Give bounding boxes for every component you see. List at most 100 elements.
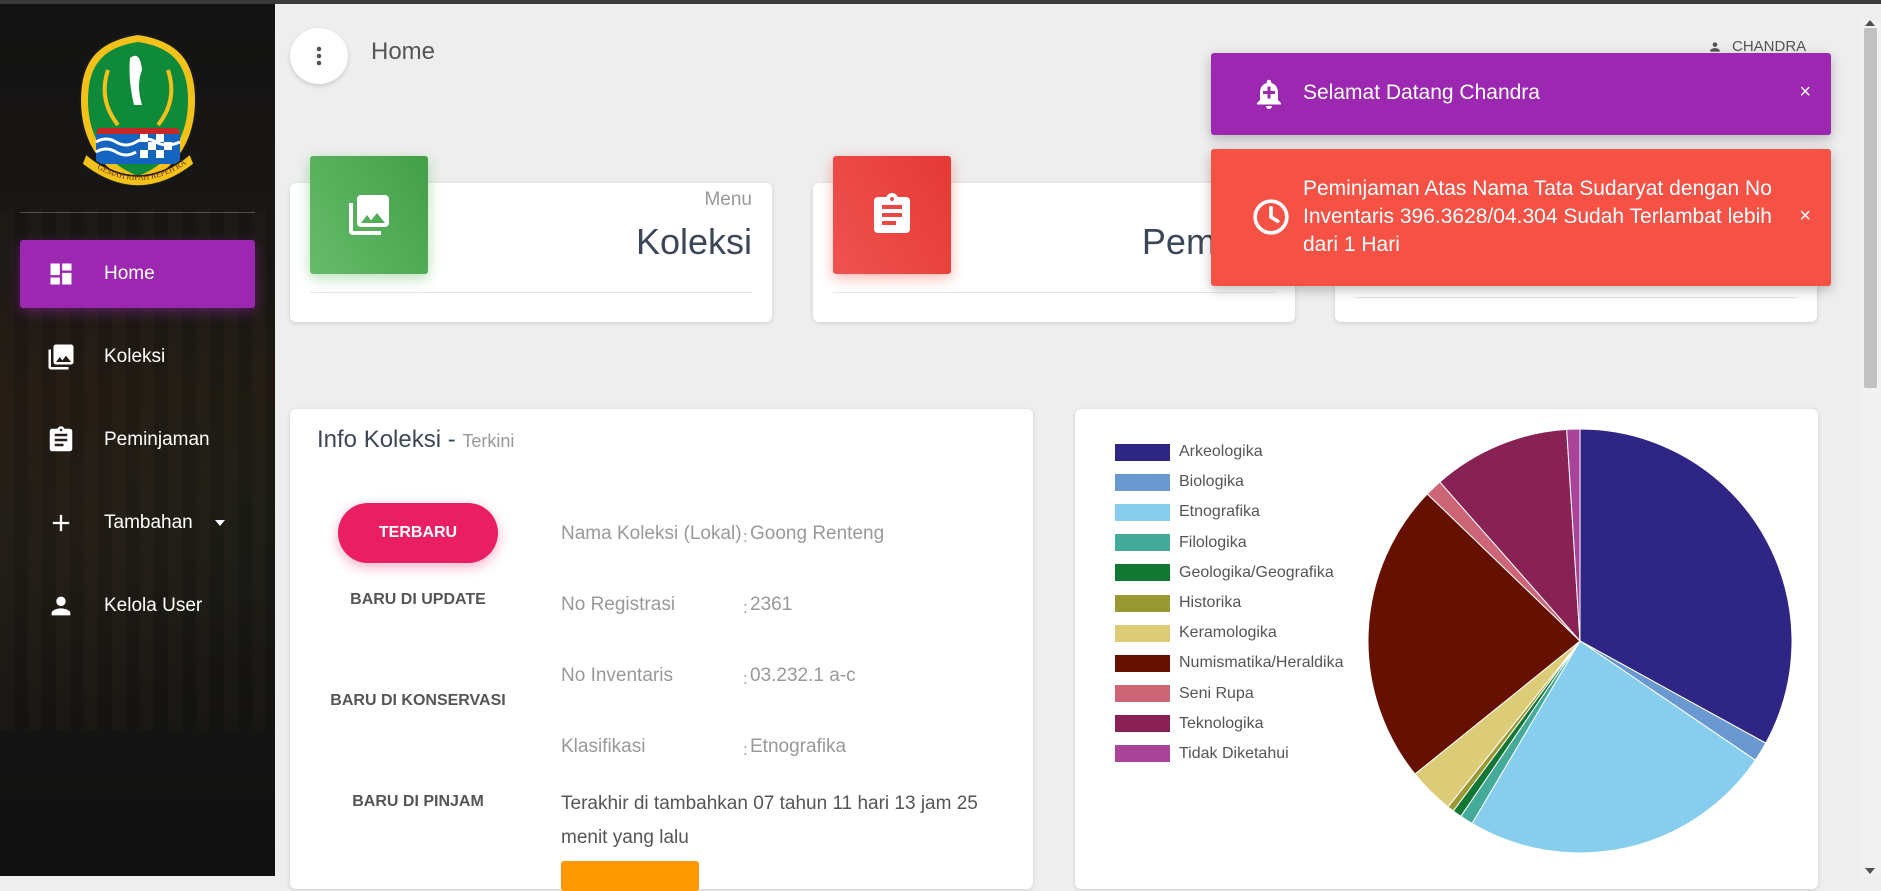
legend-item[interactable]: Numismatika/Heraldika xyxy=(1115,648,1344,678)
sidebar-item-tambahan[interactable]: Tambahan xyxy=(20,489,255,557)
person-icon xyxy=(46,591,76,621)
window-top-border xyxy=(0,0,1881,4)
card-divider xyxy=(1355,297,1797,298)
field-label-klasifikasi: Klasifikasi xyxy=(561,736,646,757)
notification-text: Selamat Datang Chandra xyxy=(1303,81,1540,104)
panel-title-main: Info Koleksi - xyxy=(317,426,463,453)
legend-item[interactable]: Tidak Diketahui xyxy=(1115,739,1344,769)
field-value-nama: Goong Renteng xyxy=(750,523,885,544)
chart-legend: Arkeologika Biologika Etnografika Filologik… xyxy=(1115,437,1344,769)
field-label-registrasi: No Registrasi xyxy=(561,594,676,615)
panel-title: Info Koleksi - Terkini xyxy=(317,426,514,454)
legend-label: Historika xyxy=(1179,594,1242,612)
minimize-sidebar-button[interactable] xyxy=(290,28,348,84)
legend-item[interactable]: Teknologika xyxy=(1115,709,1344,739)
legend-swatch xyxy=(1115,715,1170,733)
field-label-inventaris: No Inventaris xyxy=(561,665,673,686)
page-scrollbar[interactable] xyxy=(1860,20,1881,876)
sidebar-item-label: Kelola User xyxy=(104,595,203,616)
legend-label: Biologika xyxy=(1179,473,1244,491)
scroll-up-arrow-icon[interactable] xyxy=(1865,20,1875,26)
legend-swatch xyxy=(1115,473,1170,491)
sidebar-item-label: Koleksi xyxy=(104,346,166,367)
field-separator: : xyxy=(743,527,748,546)
legend-label: Geologika/Geografika xyxy=(1179,563,1334,581)
legend-swatch xyxy=(1115,443,1170,461)
field-value-klasifikasi: Etnografika xyxy=(750,736,847,757)
sidebar-divider xyxy=(20,212,255,213)
legend-swatch xyxy=(1115,654,1170,672)
legend-swatch xyxy=(1115,594,1170,612)
legend-item[interactable]: Filologika xyxy=(1115,528,1344,558)
clipboard-icon xyxy=(833,156,951,274)
tab-baru-di-pinjam[interactable]: BARU DI PINJAM xyxy=(328,785,508,818)
legend-item[interactable]: Etnografika xyxy=(1115,497,1344,527)
card-category: Menu xyxy=(704,189,752,210)
legend-swatch xyxy=(1115,624,1170,642)
photo-library-icon xyxy=(310,156,428,274)
sidebar-nav: Home Koleksi Peminjaman Tambahan Kelola … xyxy=(20,240,255,655)
legend-item[interactable]: Keramologika xyxy=(1115,618,1344,648)
legend-swatch xyxy=(1115,745,1170,763)
card-title: Koleksi xyxy=(635,221,752,262)
legend-swatch xyxy=(1115,503,1170,521)
tab-baru-di-update[interactable]: BARU DI UPDATE xyxy=(328,583,508,616)
close-icon[interactable]: × xyxy=(1799,81,1811,104)
scroll-down-arrow-icon[interactable] xyxy=(1865,868,1875,874)
sidebar-item-peminjaman[interactable]: Peminjaman xyxy=(20,406,255,474)
notification-bell-icon xyxy=(1251,75,1287,113)
notification-overdue[interactable]: Peminjaman Atas Nama Tata Sudaryat denga… xyxy=(1211,149,1831,286)
legend-item[interactable]: Seni Rupa xyxy=(1115,679,1344,709)
sidebar-item-kelola-user[interactable]: Kelola User xyxy=(20,572,255,640)
chevron-down-icon[interactable] xyxy=(214,520,225,526)
field-value-registrasi: 2361 xyxy=(750,594,793,615)
chart-panel: Arkeologika Biologika Etnografika Filologik… xyxy=(1075,409,1818,889)
last-added-text: Terakhir di tambahkan 07 tahun 11 hari 1… xyxy=(561,793,978,848)
sidebar-item-home[interactable]: Home xyxy=(20,240,255,308)
sidebar-item-label: Tambahan xyxy=(104,512,193,533)
page-title: Home xyxy=(371,38,436,65)
plus-icon xyxy=(46,508,76,538)
sidebar-item-label: Peminjaman xyxy=(104,429,210,450)
scrollbar-thumb[interactable] xyxy=(1864,28,1877,388)
card-koleksi[interactable]: Menu Koleksi xyxy=(290,156,772,322)
info-koleksi-panel: Info Koleksi - Terkini TERBARU BARU DI U… xyxy=(290,409,1033,891)
legend-swatch xyxy=(1115,685,1170,703)
field-separator: : xyxy=(743,598,748,617)
tab-terbaru[interactable]: TERBARU xyxy=(338,503,498,563)
more-vert-icon xyxy=(316,46,322,66)
legend-item[interactable]: Arkeologika xyxy=(1115,437,1344,467)
dashboard-icon xyxy=(46,259,76,289)
legend-label: Keramologika xyxy=(1179,624,1277,642)
field-value-inventaris: 03.232.1 a-c xyxy=(750,665,856,686)
sidebar-item-label: Home xyxy=(104,263,155,284)
clipboard-icon xyxy=(46,425,76,455)
notification-welcome[interactable]: Selamat Datang Chandra × xyxy=(1211,53,1831,135)
field-separator: : xyxy=(743,669,748,688)
sidebar-item-koleksi[interactable]: Koleksi xyxy=(20,323,255,391)
legend-label: Seni Rupa xyxy=(1179,684,1254,702)
legend-label: Filologika xyxy=(1179,533,1247,551)
legend-label: Tidak Diketahui xyxy=(1179,744,1289,762)
card-divider xyxy=(833,292,1275,293)
legend-label: Numismatika/Heraldika xyxy=(1179,654,1344,672)
panel-subtitle: Terkini xyxy=(462,431,515,451)
photo-library-icon xyxy=(46,342,76,372)
close-icon[interactable]: × xyxy=(1799,205,1811,228)
card-divider xyxy=(310,292,752,293)
west-java-emblem-logo[interactable]: GEMAH RIPAH REPEH RAPIH xyxy=(68,30,208,190)
legend-label: Arkeologika xyxy=(1179,443,1263,461)
detail-button[interactable] xyxy=(561,861,699,891)
sidebar: GEMAH RIPAH REPEH RAPIH Home Koleksi Pem… xyxy=(0,0,275,876)
field-separator: : xyxy=(743,740,748,759)
legend-label: Etnografika xyxy=(1179,503,1260,521)
collection-pie-chart xyxy=(1367,428,1793,854)
legend-item[interactable]: Historika xyxy=(1115,588,1344,618)
legend-swatch xyxy=(1115,564,1170,582)
tab-baru-di-konservasi[interactable]: BARU DI KONSERVASI xyxy=(328,684,508,717)
legend-item[interactable]: Biologika xyxy=(1115,467,1344,497)
legend-label: Teknologika xyxy=(1179,714,1264,732)
legend-item[interactable]: Geologika/Geografika xyxy=(1115,558,1344,588)
clock-icon xyxy=(1251,197,1291,237)
legend-swatch xyxy=(1115,534,1170,552)
